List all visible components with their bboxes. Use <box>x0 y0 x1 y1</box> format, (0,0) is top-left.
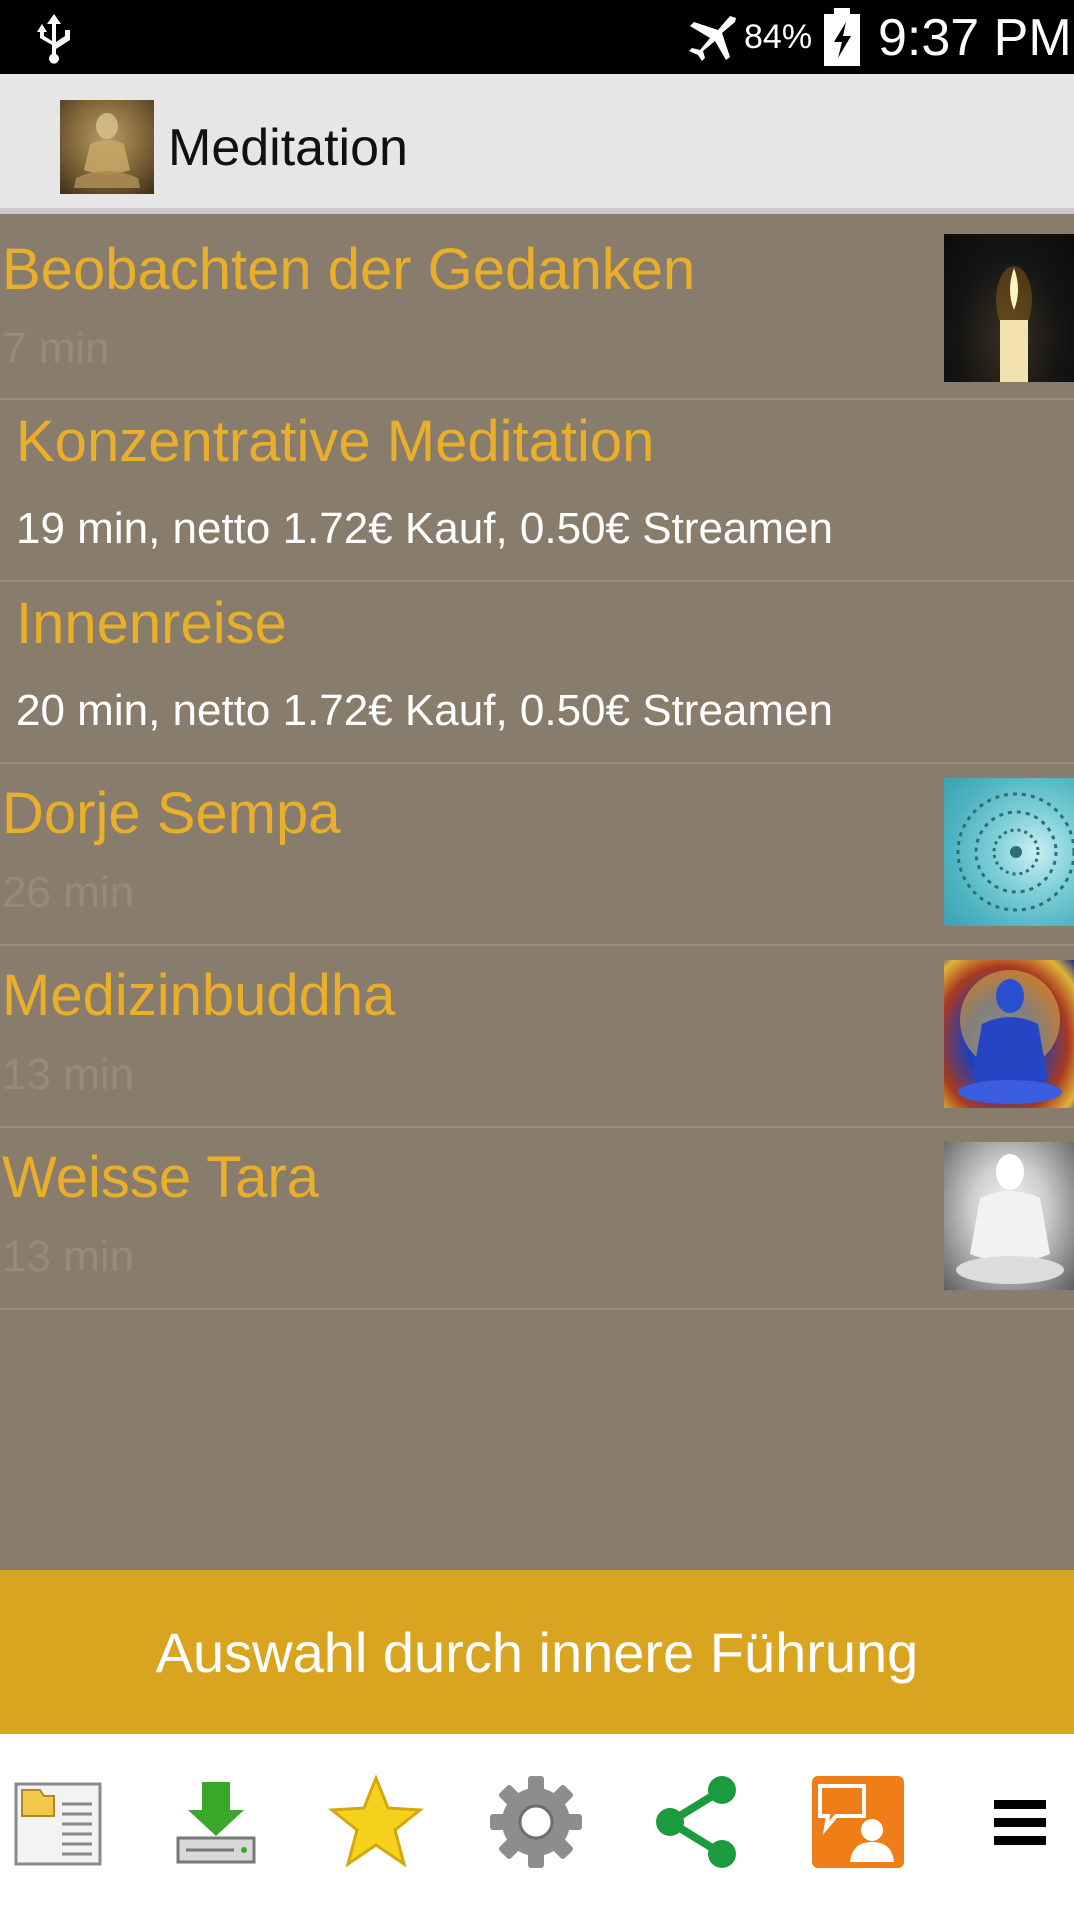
buddha-statue-icon[interactable] <box>60 100 154 194</box>
list-item[interactable]: Medizinbuddha 13 min <box>0 946 1074 1128</box>
meditation-list: Beobachten der Gedanken 7 min Konzentrat… <box>0 220 1074 1310</box>
list-item[interactable]: Beobachten der Gedanken 7 min <box>0 220 1074 400</box>
item-subtitle: 26 min <box>2 868 135 917</box>
white-tara-image <box>944 1142 1074 1290</box>
item-title: Weisse Tara <box>2 1145 319 1210</box>
candle-image <box>944 234 1074 382</box>
item-subtitle: 20 min, netto 1.72€ Kauf, 0.50€ Streamen <box>16 686 833 735</box>
item-title: Beobachten der Gedanken <box>2 237 696 302</box>
menu-icon[interactable] <box>972 1774 1068 1870</box>
bottom-toolbar <box>0 1734 1074 1910</box>
status-bar: 84% 9:37 PM <box>0 0 1074 74</box>
inner-guidance-button[interactable]: Auswahl durch innere Führung <box>0 1570 1074 1734</box>
list-item[interactable]: Konzentrative Meditation 19 min, netto 1… <box>0 400 1074 582</box>
battery-charging-icon <box>822 8 862 66</box>
item-subtitle: 13 min <box>2 1050 135 1099</box>
download-icon[interactable] <box>168 1774 264 1870</box>
battery-percentage: 84% <box>744 18 813 56</box>
item-subtitle: 7 min <box>2 324 110 373</box>
list-item[interactable]: Weisse Tara 13 min <box>0 1128 1074 1310</box>
list-item[interactable]: Innenreise 20 min, netto 1.72€ Kauf, 0.5… <box>0 582 1074 764</box>
mantra-mandala-image <box>944 778 1074 926</box>
gear-icon[interactable] <box>488 1774 584 1870</box>
folder-list-icon[interactable] <box>10 1774 106 1870</box>
clock: 9:37 PM <box>878 9 1072 67</box>
medicine-buddha-image <box>944 960 1074 1108</box>
star-icon[interactable] <box>328 1774 424 1870</box>
usb-icon <box>34 12 74 64</box>
page-title: Meditation <box>168 119 408 177</box>
action-bar: Meditation <box>0 74 1074 214</box>
chat-person-icon[interactable] <box>810 1774 906 1870</box>
airplane-mode-icon <box>686 12 738 62</box>
item-title: Dorje Sempa <box>2 781 341 846</box>
item-title: Innenreise <box>16 591 287 656</box>
list-item[interactable]: Dorje Sempa 26 min <box>0 764 1074 946</box>
share-icon[interactable] <box>648 1774 744 1870</box>
item-subtitle: 13 min <box>2 1232 135 1281</box>
item-title: Konzentrative Meditation <box>16 409 655 474</box>
item-title: Medizinbuddha <box>2 963 396 1028</box>
item-subtitle: 19 min, netto 1.72€ Kauf, 0.50€ Streamen <box>16 504 833 553</box>
